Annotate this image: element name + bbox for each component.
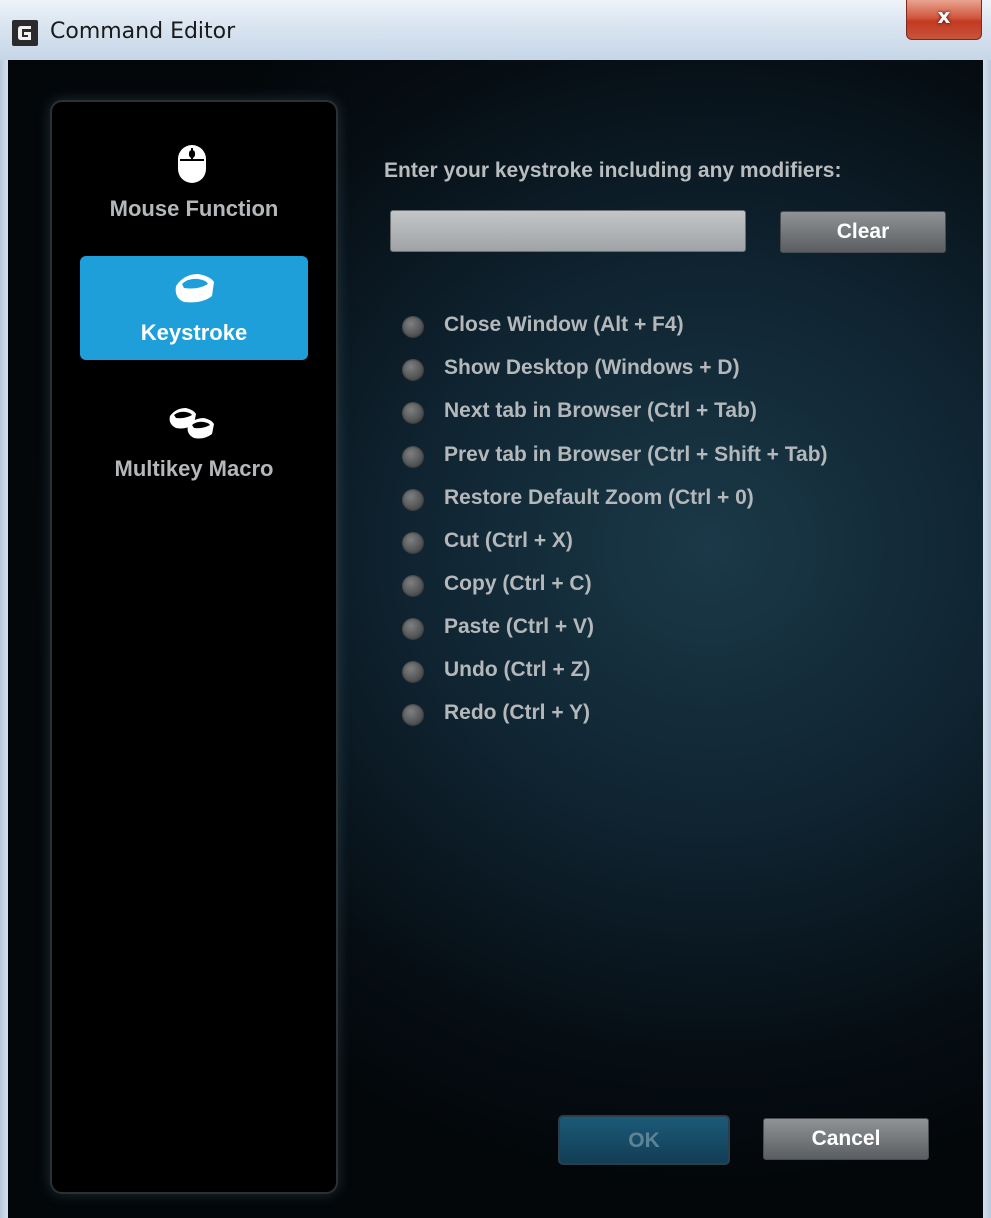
close-icon[interactable]: x [907, 4, 981, 28]
mouse-icon [178, 145, 206, 183]
sidebar-item-multikey-macro[interactable]: Multikey Macro [80, 392, 308, 496]
preset-radio-item[interactable]: Restore Default Zoom (Ctrl + 0) [402, 484, 922, 516]
radio-button[interactable] [402, 402, 424, 424]
preset-label: Restore Default Zoom (Ctrl + 0) [444, 486, 754, 509]
preset-radio-item[interactable]: Prev tab in Browser (Ctrl + Shift + Tab) [402, 441, 922, 473]
preset-label: Undo (Ctrl + Z) [444, 658, 591, 681]
sidebar-item-label: Keystroke [140, 320, 248, 345]
preset-label: Copy (Ctrl + C) [444, 572, 592, 595]
preset-radio-item[interactable]: Next tab in Browser (Ctrl + Tab) [402, 397, 922, 429]
radio-button[interactable] [402, 704, 424, 726]
keystroke-prompt: Enter your keystroke including any modif… [384, 159, 842, 182]
preset-radio-item[interactable]: Cut (Ctrl + X) [402, 527, 922, 559]
radio-button[interactable] [402, 532, 424, 554]
sidebar-item-mouse-function[interactable]: Mouse Function [80, 132, 308, 236]
radio-button[interactable] [402, 489, 424, 511]
preset-label: Redo (Ctrl + Y) [444, 701, 591, 724]
preset-radio-item[interactable]: Undo (Ctrl + Z) [402, 656, 922, 688]
window-frame-right [983, 60, 991, 1218]
preset-label: Paste (Ctrl + V) [444, 615, 594, 638]
logitech-g-icon [12, 20, 38, 46]
preset-radio-item[interactable]: Copy (Ctrl + C) [402, 570, 922, 602]
keystroke-input[interactable] [390, 210, 746, 252]
sidebar-item-label: Mouse Function [109, 196, 279, 221]
ok-button[interactable]: OK [558, 1115, 730, 1165]
multikey-icon [169, 408, 214, 439]
preset-radio-item[interactable]: Show Desktop (Windows + D) [402, 354, 922, 386]
command-type-sidebar: Mouse Function Keystroke Multikey Macro [50, 100, 338, 1194]
preset-radio-item[interactable]: Close Window (Alt + F4) [402, 311, 922, 343]
window-title: Command Editor [50, 19, 236, 44]
radio-button[interactable] [402, 575, 424, 597]
radio-button[interactable] [402, 618, 424, 640]
preset-label: Prev tab in Browser (Ctrl + Shift + Tab) [444, 443, 828, 466]
preset-label: Next tab in Browser (Ctrl + Tab) [444, 399, 757, 422]
sidebar-item-keystroke[interactable]: Keystroke [80, 256, 308, 360]
preset-radio-item[interactable]: Paste (Ctrl + V) [402, 613, 922, 645]
radio-button[interactable] [402, 661, 424, 683]
preset-label: Cut (Ctrl + X) [444, 529, 573, 552]
preset-label: Show Desktop (Windows + D) [444, 356, 740, 379]
radio-button[interactable] [402, 316, 424, 338]
preset-radio-item[interactable]: Redo (Ctrl + Y) [402, 699, 922, 731]
radio-button[interactable] [402, 446, 424, 468]
window-frame-left [0, 60, 8, 1218]
radio-button[interactable] [402, 359, 424, 381]
keycap-icon [175, 274, 214, 303]
preset-label: Close Window (Alt + F4) [444, 313, 684, 336]
command-editor-client: Mouse Function Keystroke Multikey Macro … [8, 60, 983, 1218]
clear-button[interactable]: Clear [780, 211, 946, 253]
cancel-button[interactable]: Cancel [763, 1118, 929, 1160]
sidebar-item-label: Multikey Macro [114, 456, 274, 481]
close-button[interactable]: x [906, 0, 982, 40]
title-bar: Command Editor x [0, 0, 991, 61]
